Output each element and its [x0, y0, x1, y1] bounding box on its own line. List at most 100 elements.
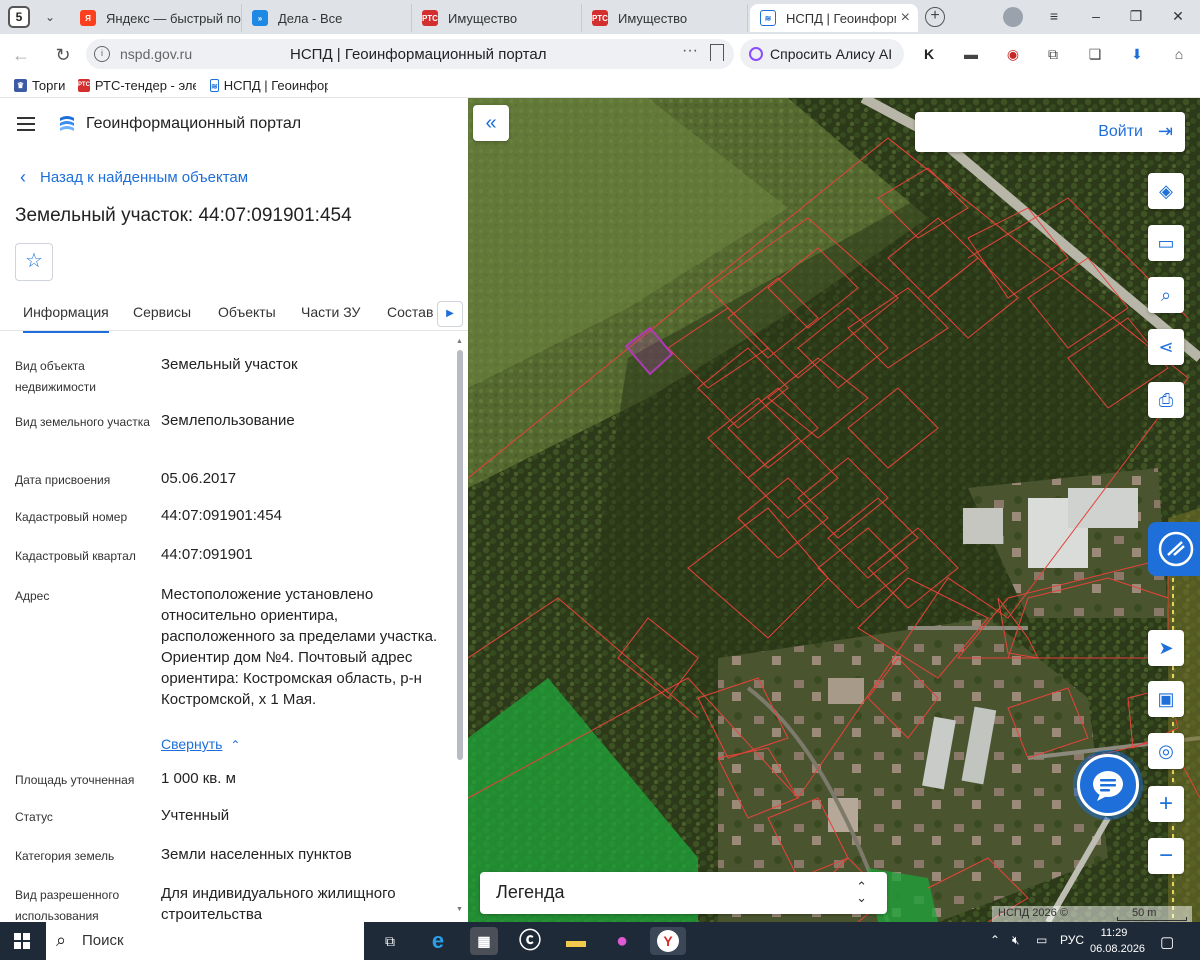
scale-bar	[1117, 917, 1187, 921]
clock[interactable]: 11:29 06.08.2026	[1090, 925, 1145, 957]
tab-count-label: 5	[8, 6, 30, 28]
tab-nspd[interactable]: ≋ НСПД | Геоинформ ×	[750, 4, 918, 32]
window-close-icon[interactable]: ✕	[1168, 8, 1188, 25]
minimap-icon: ▣	[1157, 688, 1175, 709]
collapse-panel-button[interactable]: «	[473, 105, 509, 141]
minimize-icon[interactable]: –	[1086, 8, 1106, 24]
ask-alice-button[interactable]: Спросить Алису AI	[740, 39, 904, 69]
tab-information[interactable]: Информация	[23, 304, 109, 333]
tab-objects[interactable]: Объекты	[218, 304, 276, 320]
downloads-icon[interactable]: ⬇	[1128, 45, 1146, 63]
tab-counter[interactable]: 5	[8, 5, 36, 29]
bookmarks-icon[interactable]: ⌂	[1170, 45, 1188, 63]
tabs-scroll-right-icon[interactable]: ▶	[437, 301, 463, 327]
yandex-browser-taskbar-icon[interactable]: Y	[650, 927, 686, 955]
attribute-value: Для индивидуального жилищного строительс…	[161, 885, 396, 922]
tabs-menu-icon[interactable]: ⌄	[38, 5, 62, 29]
notifications-icon[interactable]: ▢	[1160, 933, 1174, 951]
attribute-key: Кадастровый квартал	[15, 549, 136, 563]
attribute-value: 44:07:091901:454	[161, 507, 282, 524]
zoom-out-button[interactable]: −	[1148, 838, 1184, 874]
nspd-icon: ≋	[210, 79, 219, 92]
close-icon[interactable]: ×	[901, 9, 910, 27]
windows-start-icon[interactable]	[14, 933, 30, 949]
url-field[interactable]: i nspd.gov.ru НСПД | Геоинформационный п…	[86, 39, 734, 69]
task-view-icon[interactable]: ⧉	[376, 927, 404, 955]
extension-k-icon[interactable]: K	[920, 45, 938, 63]
tab-tasks[interactable]: » Дела - Все	[242, 4, 412, 32]
tab-property-1[interactable]: РТС Имущество	[412, 4, 582, 32]
map-view[interactable]: « Войти ⇥ ◈ ▭ ⌕ ⋖ ⎙ ➤ ▣ ◎ + − Легенда ⌃ ⌄…	[468, 98, 1200, 922]
attribute-value: Землепользование	[161, 412, 295, 429]
tab-property-2[interactable]: РТС Имущество	[582, 4, 748, 32]
tab-composition[interactable]: Состав	[387, 304, 433, 320]
new-tab-icon[interactable]: +	[925, 7, 945, 27]
tab-services[interactable]: Сервисы	[133, 304, 191, 320]
tab-label: Имущество	[448, 10, 518, 26]
panel-scrollbar[interactable]: ▲ ▼	[456, 338, 464, 918]
calculator-icon[interactable]: ▦	[470, 927, 498, 955]
paint-drop-icon[interactable]: ●	[608, 927, 636, 955]
minus-icon: −	[1158, 842, 1173, 869]
attribute-key: Статус	[15, 810, 53, 824]
chat-button[interactable]	[1077, 754, 1139, 816]
legend-dropdown[interactable]: Легенда ⌃ ⌄	[480, 872, 887, 914]
site-info-icon[interactable]: i	[94, 46, 110, 62]
edge-icon[interactable]: e	[424, 927, 452, 955]
back-arrow-icon[interactable]: ←	[8, 42, 34, 68]
tab-parcel-parts[interactable]: Части ЗУ	[301, 304, 360, 320]
rts-icon: РТС	[592, 10, 608, 26]
plus-icon: +	[1158, 790, 1173, 817]
reload-icon[interactable]: ↻	[50, 42, 76, 68]
profile-avatar[interactable]	[1003, 7, 1023, 27]
file-explorer-icon[interactable]: ▬	[562, 927, 590, 955]
feedback-side-tab[interactable]	[1148, 522, 1200, 576]
attribute-value: Земельный участок	[161, 356, 298, 373]
collapse-link[interactable]: Свернуть ⌃	[161, 736, 240, 752]
login-button[interactable]: Войти ⇥	[915, 112, 1185, 152]
chevron-up-icon: ⌃	[230, 738, 241, 752]
back-to-results-link[interactable]: ‹ Назад к найденным объектам	[20, 167, 248, 188]
volume-icon[interactable]: 🔇︎	[1012, 933, 1020, 948]
scroll-up-icon[interactable]: ▲	[456, 338, 463, 345]
browser-menu-icon[interactable]: ≡	[1044, 8, 1064, 24]
area-search-button[interactable]: ⌕	[1148, 277, 1184, 313]
taskbar-search[interactable]: ⌕ Поиск	[46, 922, 364, 960]
share-button[interactable]: ⋖	[1148, 329, 1184, 365]
extensions-puzzle-icon[interactable]: ⧉	[1044, 45, 1062, 63]
geolocate-button[interactable]: ➤	[1148, 630, 1184, 666]
scroll-down-icon[interactable]: ▼	[456, 906, 463, 913]
tab-yandex[interactable]: Я Яндекс — быстрый пои	[70, 4, 242, 32]
zoom-in-button[interactable]: +	[1148, 786, 1184, 822]
extension-cap-icon[interactable]: ▬	[962, 45, 980, 63]
scrollbar-thumb[interactable]	[457, 350, 463, 760]
measure-button[interactable]: ▭	[1148, 225, 1184, 261]
bookmark-rts[interactable]: РТС РТС-тендер - эле	[78, 78, 196, 93]
network-icon[interactable]: ▭	[1036, 933, 1047, 947]
share-icon: ⋖	[1158, 336, 1174, 357]
favorite-star-button[interactable]: ☆	[15, 243, 53, 281]
tray-chevron-up-icon[interactable]: ⌃	[990, 933, 1000, 947]
feedback-icon	[1158, 531, 1194, 567]
bookmark-nspd[interactable]: ≋ НСПД | Геоинфор	[210, 78, 328, 93]
layers-button[interactable]: ◈	[1148, 173, 1184, 209]
minimap-button[interactable]: ▣	[1148, 681, 1184, 717]
portal-title: Геоинформационный портал	[86, 115, 302, 132]
menu-icon[interactable]	[17, 117, 35, 131]
language-indicator[interactable]: РУС	[1060, 933, 1084, 947]
restore-icon[interactable]: ❐	[1126, 8, 1146, 25]
info-tabs: Информация Сервисы Объекты Части ЗУ Сост…	[0, 291, 468, 333]
print-button[interactable]: ⎙	[1148, 382, 1184, 418]
collections-icon[interactable]: ❏	[1086, 45, 1104, 63]
search-point-button[interactable]: ◎	[1148, 733, 1184, 769]
extension-record-icon[interactable]: ◉	[1004, 45, 1022, 63]
bookmark-torgi[interactable]: ♛ Торги	[14, 78, 65, 93]
location-arrow-icon: ➤	[1158, 637, 1174, 658]
more-icon[interactable]: ···	[682, 42, 698, 60]
alice-icon	[749, 47, 763, 61]
bookmark-icon[interactable]	[710, 44, 724, 61]
ccleaner-icon[interactable]: ⓒ	[516, 927, 544, 955]
torgi-icon: ♛	[14, 79, 27, 92]
page-title: Земельный участок: 44:07:091901:454	[15, 205, 352, 226]
attribute-key: Дата присвоения	[15, 473, 111, 487]
